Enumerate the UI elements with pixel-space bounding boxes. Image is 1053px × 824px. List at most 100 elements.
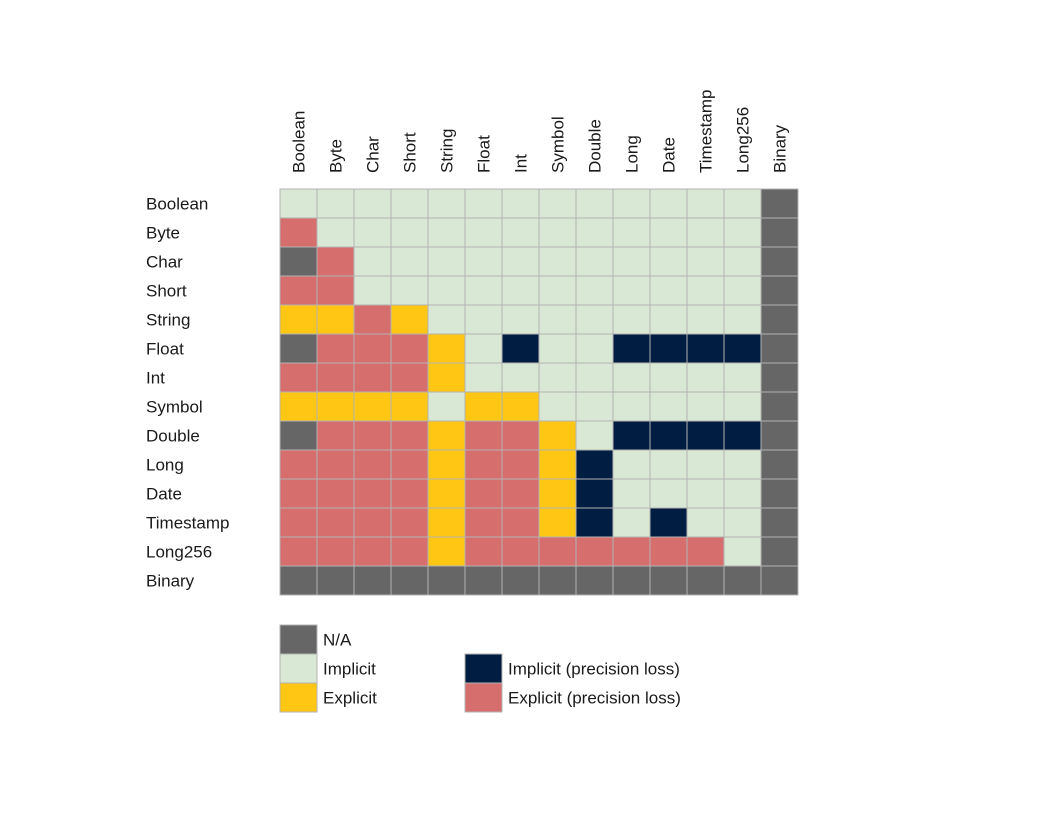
cell-byte-to-short [390,217,429,248]
cell-string-to-int [501,304,540,335]
cell-date-to-byte [316,478,355,509]
cell-long256-to-date [649,536,688,567]
cell-long256-to-byte [316,536,355,567]
legend-swatch-implicit-precision-loss [464,653,503,684]
cell-string-to-date [649,304,688,335]
cell-binary-to-long256 [723,565,762,596]
column-label-char: Char [364,136,383,173]
cell-byte-to-float [464,217,503,248]
cell-double-to-long [612,420,651,451]
cell-byte-to-double [575,217,614,248]
cell-double-to-float [464,420,503,451]
cell-double-to-long256 [723,420,762,451]
cell-boolean-to-string [427,188,466,219]
cell-char-to-byte [316,246,355,277]
cell-double-to-string [427,420,466,451]
cell-string-to-short [390,304,429,335]
cell-boolean-to-date [649,188,688,219]
cell-symbol-to-double [575,391,614,422]
cell-byte-to-boolean [279,217,318,248]
cell-double-to-int [501,420,540,451]
row-label-short: Short [146,282,187,301]
cell-byte-to-long256 [723,217,762,248]
cell-symbol-to-binary [760,391,799,422]
column-label-long: Long [623,135,642,173]
cell-char-to-short [390,246,429,277]
cell-boolean-to-long [612,188,651,219]
legend-label-implicit-precision-loss: Implicit (precision loss) [508,660,680,679]
row-label-string: String [146,311,190,330]
cell-long256-to-timestamp [686,536,725,567]
cell-symbol-to-timestamp [686,391,725,422]
cell-date-to-int [501,478,540,509]
cell-byte-to-date [649,217,688,248]
cell-boolean-to-long256 [723,188,762,219]
type-conversion-chart: Boolean Byte Char Short String Float Int Symbol… [146,90,799,713]
cell-long256-to-string [427,536,466,567]
cell-binary-to-boolean [279,565,318,596]
cell-float-to-string [427,333,466,364]
cell-timestamp-to-short [390,507,429,538]
cell-float-to-float [464,333,503,364]
cell-date-to-long256 [723,478,762,509]
legend-label-explicit: Explicit [323,689,377,708]
row-label-float: Float [146,340,184,359]
cell-binary-to-string [427,565,466,596]
cell-char-to-boolean [279,246,318,277]
cell-date-to-float [464,478,503,509]
cell-long256-to-int [501,536,540,567]
cell-float-to-long256 [723,333,762,364]
row-labels: Boolean Byte Char Short String Float Int Symbol… [146,195,229,591]
cell-double-to-boolean [279,420,318,451]
legend-swatch-explicit [279,682,318,713]
cell-string-to-symbol [538,304,577,335]
cell-binary-to-double [575,565,614,596]
cell-int-to-symbol [538,362,577,393]
cell-timestamp-to-char [353,507,392,538]
cell-char-to-double [575,246,614,277]
cell-symbol-to-symbol [538,391,577,422]
cell-long-to-boolean [279,449,318,480]
cell-long-to-timestamp [686,449,725,480]
cell-long256-to-short [390,536,429,567]
column-labels: Boolean Byte Char Short String Float Int Symbol… [290,90,790,173]
cell-short-to-timestamp [686,275,725,306]
column-label-long256: Long256 [734,107,753,173]
column-label-int: Int [512,154,531,173]
cell-int-to-long [612,362,651,393]
legend-swatch-n-a [279,624,318,655]
cell-date-to-boolean [279,478,318,509]
cell-boolean-to-byte [316,188,355,219]
cell-byte-to-symbol [538,217,577,248]
cell-boolean-to-binary [760,188,799,219]
cell-float-to-binary [760,333,799,364]
cell-string-to-binary [760,304,799,335]
cell-byte-to-timestamp [686,217,725,248]
cell-boolean-to-short [390,188,429,219]
cell-string-to-string [427,304,466,335]
cell-double-to-binary [760,420,799,451]
cell-short-to-date [649,275,688,306]
row-label-char: Char [146,253,183,272]
legend-item-explicit: Explicit [279,682,377,713]
cell-short-to-double [575,275,614,306]
cell-short-to-short [390,275,429,306]
legend-item-explicit-precision-loss: Explicit (precision loss) [464,682,681,713]
cell-long-to-long [612,449,651,480]
cell-byte-to-byte [316,217,355,248]
row-label-int: Int [146,369,165,388]
cell-long256-to-char [353,536,392,567]
cell-long256-to-boolean [279,536,318,567]
legend-label-implicit: Implicit [323,660,376,679]
cell-double-to-short [390,420,429,451]
cell-float-to-int [501,333,540,364]
cell-int-to-boolean [279,362,318,393]
cell-binary-to-short [390,565,429,596]
cell-short-to-string [427,275,466,306]
cell-double-to-char [353,420,392,451]
cell-long-to-symbol [538,449,577,480]
cell-byte-to-string [427,217,466,248]
cell-timestamp-to-long [612,507,651,538]
cell-long-to-int [501,449,540,480]
cell-timestamp-to-string [427,507,466,538]
